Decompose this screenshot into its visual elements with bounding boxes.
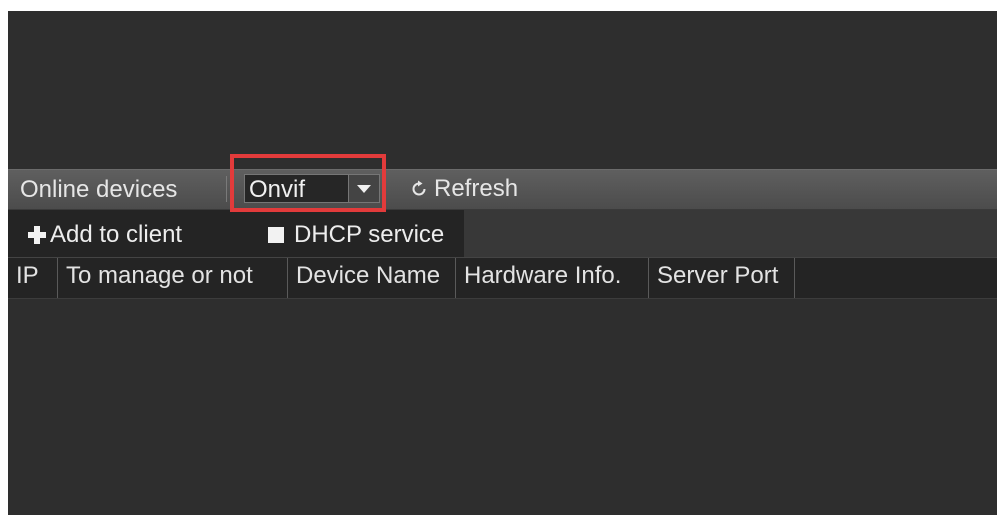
protocol-dropdown-button[interactable] — [348, 175, 379, 202]
plus-icon — [28, 226, 46, 244]
refresh-icon — [412, 180, 426, 196]
device-manager-panel: Online devices Onvif Refresh Add to clie… — [8, 11, 997, 515]
column-header-hardware-info[interactable]: Hardware Info. — [456, 258, 649, 298]
device-table-header: IP To manage or not Device Name Hardware… — [8, 257, 997, 299]
protocol-selected-value: Onvif — [249, 176, 306, 203]
online-devices-toolbar: Online devices Onvif Refresh — [8, 169, 997, 209]
online-devices-label: Online devices — [20, 176, 178, 203]
protocol-dropdown[interactable]: Onvif — [244, 174, 380, 203]
column-header-ip[interactable]: IP — [8, 258, 58, 298]
action-bar: Add to client DHCP service — [8, 209, 997, 257]
action-bar-filler — [464, 210, 997, 257]
dhcp-service-checkbox[interactable] — [268, 227, 284, 243]
column-header-device-name[interactable]: Device Name — [288, 258, 456, 298]
refresh-button[interactable]: Refresh — [410, 175, 518, 203]
column-header-server-port[interactable]: Server Port — [649, 258, 795, 298]
refresh-label: Refresh — [434, 175, 519, 202]
dhcp-service-label: DHCP service — [294, 221, 445, 248]
chevron-down-icon — [357, 185, 371, 193]
add-to-client-button[interactable]: Add to client — [28, 221, 182, 249]
column-header-manage[interactable]: To manage or not — [58, 258, 288, 298]
add-to-client-label: Add to client — [50, 221, 183, 248]
device-table-body — [8, 299, 997, 515]
dhcp-service-toggle[interactable]: DHCP service — [268, 221, 444, 249]
toolbar-divider — [226, 176, 227, 202]
